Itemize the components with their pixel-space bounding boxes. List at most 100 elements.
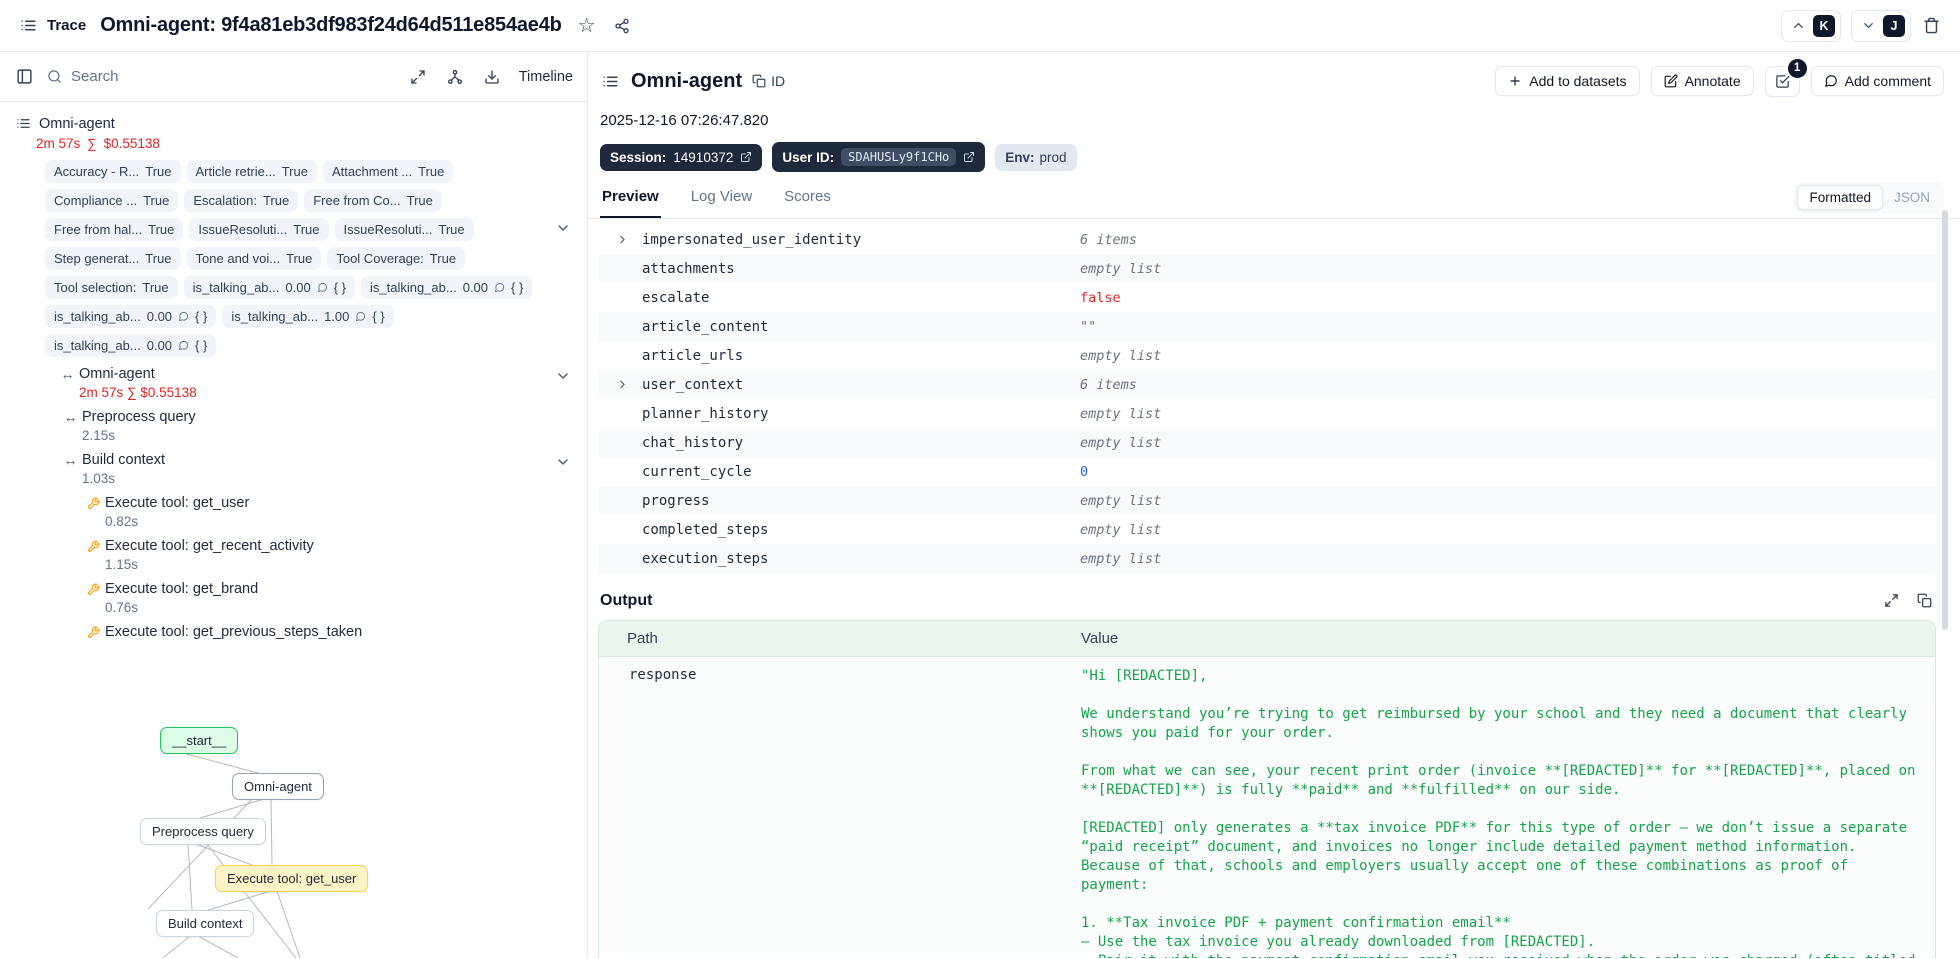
field-key: article_content — [642, 318, 769, 335]
span-name: Execute tool: get_previous_steps_taken — [105, 624, 363, 640]
tab-log-view[interactable]: Log View — [689, 182, 754, 218]
trace-span-item[interactable]: ↔ Omni-agent 2m 57s ∑ $0.55138 — [0, 366, 587, 400]
session-value: 14910372 — [673, 149, 734, 165]
span-name: Preprocess query — [82, 409, 196, 425]
state-row: article_content "" — [598, 312, 1936, 341]
copy-output-button[interactable] — [1915, 591, 1934, 610]
trace-span-item[interactable]: Execute tool: get_user 0.82s — [0, 495, 587, 529]
fit-view-button[interactable] — [408, 67, 428, 87]
add-to-datasets-button[interactable]: Add to datasets — [1495, 66, 1640, 96]
score-name: is_talking_ab... — [54, 309, 141, 324]
score-value: 0.00 — [462, 280, 489, 295]
score-value: True — [293, 222, 320, 237]
expand-icon — [410, 69, 426, 85]
trace-span-item[interactable]: Execute tool: get_brand 0.76s — [0, 581, 587, 615]
state-row[interactable]: impersonated_user_identity 6 items — [598, 225, 1936, 254]
timeline-toggle[interactable]: Timeline — [519, 69, 573, 85]
tool-icon — [85, 583, 102, 596]
trace-detail-panel: Omni-agent ID Add to datasets Annotate 1 — [588, 52, 1960, 958]
format-option-formatted[interactable]: Formatted — [1797, 185, 1883, 210]
score-badge[interactable]: Step generat... True — [45, 247, 181, 270]
score-badge[interactable]: Free from hal... True — [45, 218, 184, 241]
search-box[interactable] — [47, 68, 396, 85]
tool-icon — [85, 540, 102, 553]
field-key: progress — [642, 492, 710, 509]
tab-scores[interactable]: Scores — [782, 182, 833, 218]
search-input[interactable] — [71, 68, 396, 85]
score-badge[interactable]: Tone and voi... True — [186, 247, 322, 270]
tab-preview[interactable]: Preview — [600, 182, 661, 218]
score-badge[interactable]: is_talking_ab... 0.00 { } — [183, 276, 355, 299]
graph-node[interactable]: Build context — [156, 910, 255, 937]
score-badge[interactable]: is_talking_ab... 0.00 { } — [360, 276, 533, 299]
score-badge[interactable]: Compliance ... True — [45, 189, 179, 212]
score-badge[interactable]: Accuracy - R... True — [45, 160, 181, 183]
score-name: Compliance ... — [54, 193, 138, 208]
graph-node[interactable]: Preprocess query — [140, 818, 266, 845]
add-comment-label: Add comment — [1844, 73, 1931, 89]
trace-root-item[interactable]: Omni-agent — [0, 114, 587, 133]
collapse-panel-button[interactable] — [14, 66, 35, 87]
output-table: Path Value response "Hi [REDACTED], We un… — [598, 620, 1936, 958]
annotation-queue-button[interactable]: 1 — [1764, 58, 1807, 97]
field-value: empty list — [1080, 260, 1162, 277]
share-icon[interactable] — [612, 16, 632, 36]
env-label: Env: — [1005, 149, 1035, 165]
delete-trace-button[interactable] — [1921, 15, 1942, 36]
trace-span-item[interactable]: Execute tool: get_recent_activity 1.15s — [0, 538, 587, 572]
annotate-button[interactable]: Annotate — [1650, 66, 1754, 96]
root-duration: 2m 57s — [36, 136, 81, 151]
graph-view-button[interactable] — [445, 67, 465, 87]
prev-trace-button[interactable]: K — [1781, 9, 1841, 42]
graph-node[interactable]: Omni-agent — [232, 773, 324, 800]
chevron-down-icon[interactable] — [555, 454, 571, 470]
score-badge[interactable]: is_talking_ab... 0.00 { } — [45, 334, 217, 357]
score-badge[interactable]: is_talking_ab... 0.00 { } — [45, 305, 217, 328]
score-badge[interactable]: Escalation: True — [184, 189, 299, 212]
score-badge[interactable]: is_talking_ab... 1.00 { } — [222, 305, 394, 328]
trace-span-item[interactable]: ↔ Build context 1.03s — [0, 452, 587, 486]
plus-icon — [1508, 74, 1522, 88]
score-badge[interactable]: IssueResoluti... True — [334, 218, 474, 241]
score-badge[interactable]: Article retrie... True — [186, 160, 317, 183]
state-row[interactable]: user_context 6 items — [598, 370, 1936, 399]
score-badge[interactable]: Attachment ... True — [322, 160, 454, 183]
search-icon — [47, 69, 62, 84]
format-option-json[interactable]: JSON — [1883, 186, 1941, 209]
output-row: response "Hi [REDACTED], We understand yo… — [599, 657, 1935, 958]
score-badge[interactable]: IssueResoluti... True — [189, 218, 329, 241]
graph-node[interactable]: Execute tool: get_user — [215, 865, 369, 892]
check-square-icon — [1775, 74, 1790, 89]
chevron-down-icon[interactable] — [555, 220, 571, 236]
trace-span-item[interactable]: ↔ Preprocess query 2.15s — [0, 409, 587, 443]
page-title: Omni-agent: 9f4a81eb3df983f24d64d511e854… — [100, 14, 562, 36]
session-badge[interactable]: Session: 14910372 — [600, 143, 763, 171]
score-name: Tool selection: — [54, 280, 137, 295]
bookmark-star-icon[interactable]: ☆ — [576, 14, 598, 38]
score-badge[interactable]: Tool selection: True — [45, 276, 178, 299]
trace-tree-icon — [14, 114, 33, 133]
score-badge[interactable]: Free from Co... True — [304, 189, 442, 212]
copy-id-button[interactable]: ID — [752, 73, 785, 89]
annotate-label: Annotate — [1684, 73, 1741, 89]
field-key: article_urls — [642, 347, 744, 364]
chevron-right-icon[interactable] — [616, 233, 642, 246]
user-id-badge[interactable]: User ID: SDAHUSLy9f1CHo — [772, 142, 986, 172]
trace-breadcrumb[interactable]: Trace — [18, 15, 86, 36]
trace-tree-icon — [600, 71, 621, 92]
trace-span-item[interactable]: Execute tool: get_previous_steps_taken1.… — [0, 624, 587, 640]
pencil-icon — [1664, 74, 1678, 88]
score-badge[interactable]: Tool Coverage: True — [327, 247, 466, 270]
span-name: Omni-agent — [79, 366, 155, 382]
expand-output-button[interactable] — [1882, 591, 1901, 610]
trace-timestamp: 2025-12-16 07:26:47.820 — [600, 112, 769, 129]
copy-icon — [752, 74, 766, 88]
add-comment-button[interactable]: Add comment — [1810, 66, 1944, 96]
next-trace-button[interactable]: J — [1851, 9, 1911, 42]
output-value: "Hi [REDACTED], We understand you’re try… — [1081, 668, 1916, 958]
chevron-down-icon[interactable] — [555, 368, 571, 384]
download-button[interactable] — [482, 67, 502, 87]
scrollbar-thumb[interactable] — [1942, 210, 1948, 630]
graph-node[interactable]: __start__ — [160, 727, 239, 754]
chevron-right-icon[interactable] — [616, 378, 642, 391]
